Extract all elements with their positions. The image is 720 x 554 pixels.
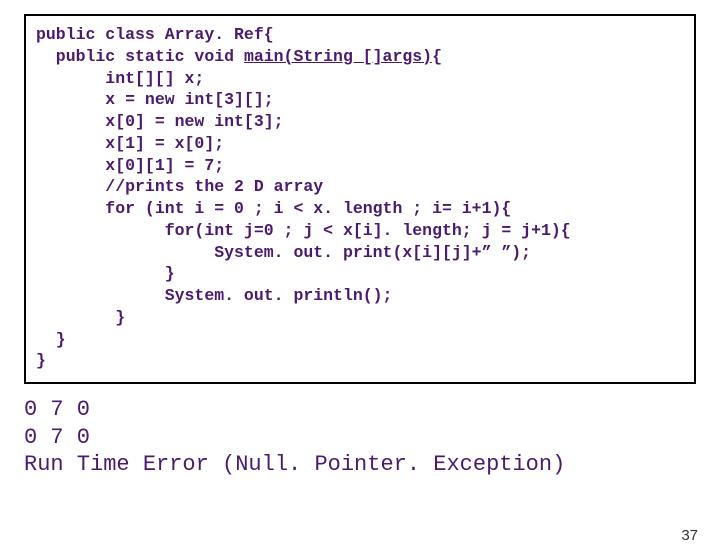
code-line: for (int i = 0 ; i < x. length ; i= i+1)… (36, 199, 511, 218)
code-line: x[1] = x[0]; (36, 134, 224, 153)
code-line: } (36, 330, 66, 349)
code-line: int[][] x; (36, 69, 204, 88)
code-line: System. out. print(x[i][j]+” ”); (36, 243, 531, 262)
output-line: 0 7 0 (24, 425, 90, 450)
code-line: //prints the 2 D array (36, 177, 323, 196)
code-line: } (36, 264, 175, 283)
code-line: for(int j=0 ; j < x[i]. length; j = j+1)… (36, 221, 571, 240)
code-line: x[0] = new int[3]; (36, 112, 284, 131)
slide-number: 37 (681, 527, 698, 544)
code-line: } (36, 308, 125, 327)
output-line: Run Time Error (Null. Pointer. Exception… (24, 452, 565, 477)
code-line: public class Array. Ref{ (36, 25, 274, 44)
output-line: 0 7 0 (24, 397, 90, 422)
code-line: System. out. println(); (36, 286, 392, 305)
code-line-suffix: { (432, 47, 442, 66)
code-line: x[0][1] = 7; (36, 156, 224, 175)
code-block: public class Array. Ref{ public static v… (24, 14, 696, 384)
code-line-prefix: public static void (36, 47, 244, 66)
code-line: } (36, 351, 46, 370)
code-underline: main(String []args) (244, 47, 432, 66)
output-block: 0 7 0 0 7 0 Run Time Error (Null. Pointe… (24, 396, 696, 479)
code-line: x = new int[3][]; (36, 90, 274, 109)
